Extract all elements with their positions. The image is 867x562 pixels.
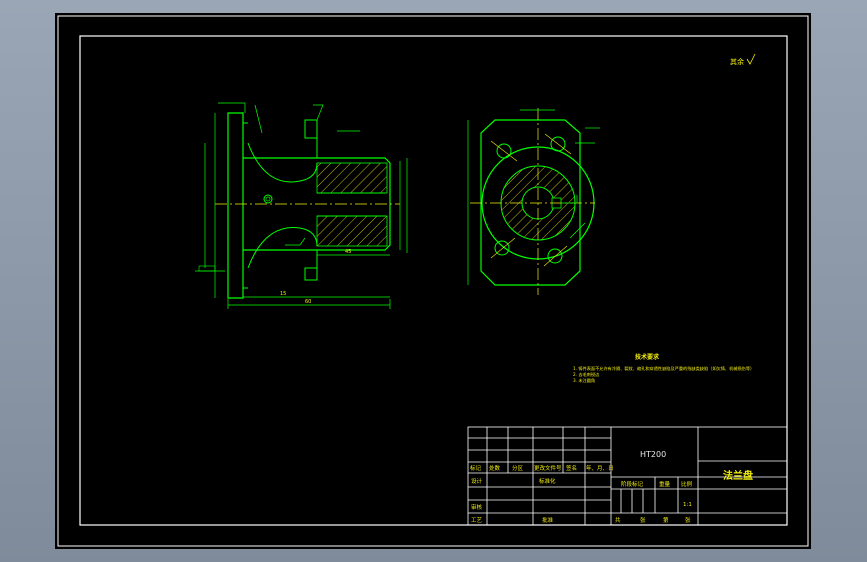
drawing-svg: 其余 60 15 45 技术要求 1. 铸件表面不允许有冷隔、裂纹、缩孔和穿透性… <box>57 15 809 547</box>
cad-window: 其余 60 15 45 技术要求 1. 铸件表面不允许有冷隔、裂纹、缩孔和穿透性… <box>0 0 867 562</box>
drawing-canvas[interactable]: 其余 60 15 45 技术要求 1. 铸件表面不允许有冷隔、裂纹、缩孔和穿透性… <box>55 13 811 549</box>
design-label: 设计 <box>471 477 483 485</box>
col-mark: 标记 <box>470 464 482 472</box>
side-view <box>467 108 600 295</box>
standardize-label: 标准化 <box>539 477 556 485</box>
dim-flange: 15 <box>280 291 286 297</box>
svg-text:2. 去毛刺锐边: 2. 去毛刺锐边 <box>573 371 600 378</box>
sheet-total: 共 <box>615 516 621 524</box>
col-date: 年、月、日 <box>586 464 614 472</box>
outer-frame <box>57 15 809 547</box>
technical-requirements: 技术要求 1. 铸件表面不允许有冷隔、裂纹、缩孔和穿透性缺陷及严重的残缺类缺陷（… <box>573 353 754 384</box>
roughness-note: 其余 <box>730 57 744 66</box>
dim-total-length: 60 <box>305 299 311 305</box>
sheet-unit: 张 <box>640 516 646 524</box>
part-name-label: 法兰盘 <box>723 469 753 482</box>
col-change-doc: 更改文件号 <box>534 464 562 472</box>
svg-text:3. 未注圆角: 3. 未注圆角 <box>573 377 595 384</box>
svg-text:技术要求: 技术要求 <box>635 353 660 361</box>
scale-label: 比例 <box>681 480 693 488</box>
svg-text:1. 铸件表面不允许有冷隔、裂纹、缩孔和穿透性缺陷及严重的残: 1. 铸件表面不允许有冷隔、裂纹、缩孔和穿透性缺陷及严重的残缺类缺陷（如欠铸、机… <box>573 365 754 372</box>
col-zone: 分区 <box>512 464 524 472</box>
inner-frame <box>79 35 788 526</box>
col-count: 处数 <box>489 464 501 472</box>
approve-label: 批准 <box>542 516 554 524</box>
front-section-view: 60 15 45 <box>195 102 408 309</box>
col-sign: 签名 <box>566 464 577 472</box>
sheet-index: 第 <box>663 516 669 524</box>
scale-value: 1:1 <box>683 502 692 508</box>
material-label: HT200 <box>640 450 666 459</box>
sheet-unit2: 张 <box>685 516 691 524</box>
stage-mark-label: 阶段标记 <box>621 480 644 488</box>
weight-label: 重量 <box>659 480 671 488</box>
process-label: 工艺 <box>471 517 483 524</box>
dim-shaft: 45 <box>345 249 351 255</box>
review-label: 审核 <box>471 503 483 511</box>
roughness-symbol <box>746 53 756 65</box>
